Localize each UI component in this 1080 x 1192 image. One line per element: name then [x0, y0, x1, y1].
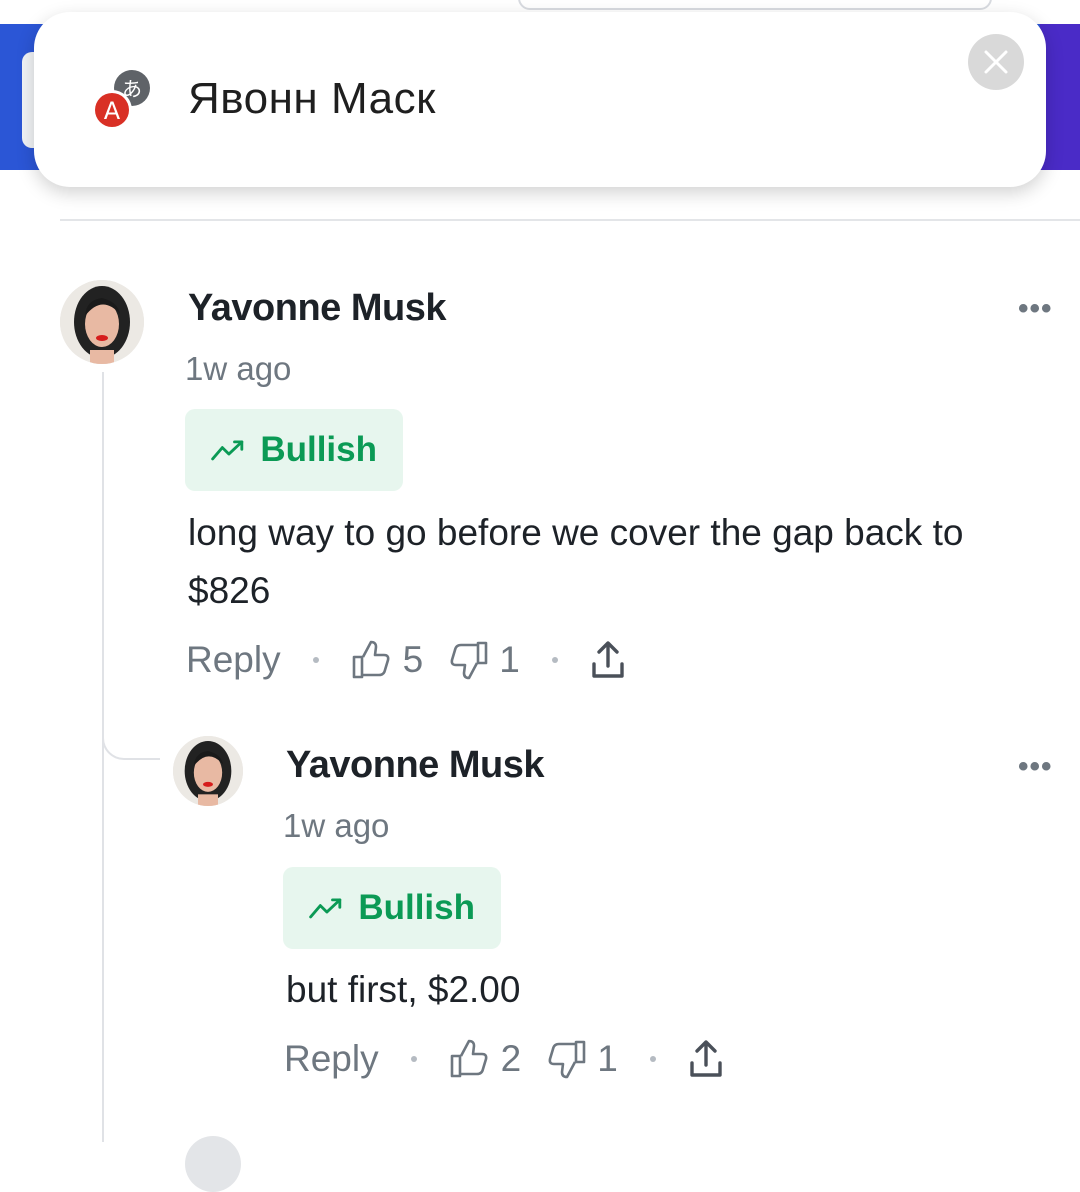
share-button[interactable] [688, 1039, 724, 1079]
separator-dot [551, 657, 558, 663]
share-icon [592, 641, 624, 678]
share-icon [690, 1040, 722, 1077]
sentiment-badge: Bullish [185, 409, 403, 491]
separator-dot [649, 1056, 656, 1062]
search-bar-edge [518, 0, 992, 10]
separator-dot [410, 1056, 417, 1062]
sentiment-label: Bullish [260, 430, 377, 469]
comment-author[interactable]: Yavonne Musk [188, 287, 446, 330]
avatar[interactable] [173, 736, 243, 806]
comment-author[interactable]: Yavonne Musk [286, 744, 544, 787]
comment-text: but first, $2.00 [286, 969, 521, 1010]
like-button[interactable]: 2 [449, 1038, 522, 1080]
comment-actions: Reply 2 1 [284, 1038, 724, 1080]
translate-popup: あ A Явонн Маск [34, 12, 1046, 187]
divider [60, 219, 1080, 221]
separator-dot [312, 657, 319, 663]
comment-text: long way to go before we cover the gap b… [188, 512, 964, 611]
svg-text:A: A [104, 97, 121, 125]
comment-timestamp: 1w ago [283, 807, 390, 844]
thumbs-up-icon [352, 640, 390, 679]
dislike-count: 1 [499, 639, 520, 680]
trending-up-icon [309, 898, 342, 919]
sentiment-label: Bullish [358, 888, 475, 927]
more-options-button[interactable]: ••• [1018, 292, 1053, 326]
share-button[interactable] [590, 640, 626, 680]
sentiment-badge: Bullish [283, 867, 501, 949]
dislike-button[interactable]: 1 [447, 639, 520, 681]
translate-icon: あ A [90, 68, 156, 134]
translated-text: Явонн Маск [188, 74, 436, 123]
thumbs-down-icon [548, 1040, 586, 1079]
close-button[interactable] [968, 34, 1024, 90]
like-count: 5 [402, 639, 424, 680]
reply-button[interactable]: Reply [284, 1038, 379, 1080]
comment-timestamp: 1w ago [185, 350, 292, 387]
close-icon [984, 50, 1008, 74]
next-comment-avatar [185, 1136, 241, 1192]
thumbs-down-icon [450, 641, 488, 680]
trending-up-icon [211, 440, 244, 461]
dislike-button[interactable]: 1 [545, 1038, 618, 1080]
like-button[interactable]: 5 [351, 639, 424, 681]
thread-line [102, 372, 104, 1142]
thumbs-up-icon [450, 1039, 488, 1078]
like-count: 2 [500, 1038, 522, 1079]
more-options-button[interactable]: ••• [1018, 750, 1053, 784]
dislike-count: 1 [597, 1038, 618, 1079]
avatar[interactable] [60, 280, 144, 364]
comment-actions: Reply 5 1 [186, 639, 626, 681]
page-header-background-accent [1040, 24, 1080, 170]
reply-connector [102, 700, 160, 760]
reply-button[interactable]: Reply [186, 639, 281, 681]
